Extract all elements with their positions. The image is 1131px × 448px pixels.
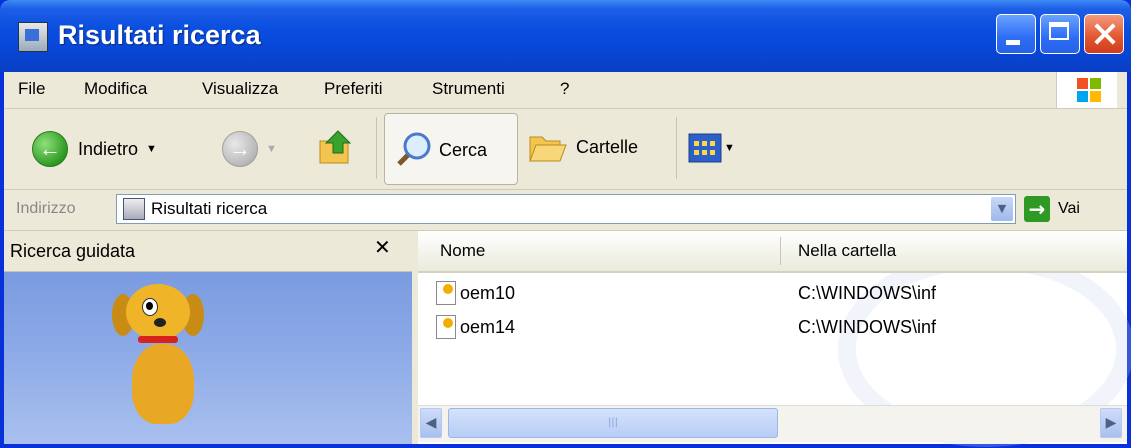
- folders-icon: [529, 136, 567, 162]
- back-label: Indietro: [78, 138, 139, 159]
- search-results-icon: [123, 198, 145, 220]
- column-header-folder[interactable]: Nella cartella: [798, 241, 896, 261]
- address-label: Indirizzo: [16, 200, 76, 217]
- standard-toolbar: ← Indietro ▼ → ▼ Cerca Cartelle ▼: [4, 109, 1127, 190]
- views-grid-icon: [688, 133, 722, 163]
- window-title: Risultati ricerca: [58, 20, 261, 50]
- up-folder-button[interactable]: [316, 127, 356, 167]
- column-divider[interactable]: [780, 237, 781, 265]
- column-header-name[interactable]: Nome: [440, 241, 485, 261]
- address-value: Risultati ricerca: [151, 199, 268, 218]
- menu-help[interactable]: ?: [560, 79, 569, 99]
- table-row[interactable]: oem10 C:\WINDOWS\inf: [432, 279, 1112, 309]
- forward-arrow-icon: →: [222, 131, 258, 167]
- menu-visualizza[interactable]: Visualizza: [202, 79, 278, 99]
- back-button[interactable]: ← Indietro ▼: [32, 131, 157, 167]
- menu-strumenti[interactable]: Strumenti: [432, 79, 505, 99]
- search-companion-header: Ricerca guidata ✕: [4, 231, 412, 272]
- setup-info-file-icon: [436, 315, 456, 339]
- chevron-down-icon[interactable]: ▼: [146, 143, 157, 155]
- scroll-right-icon[interactable]: ▶: [1100, 408, 1122, 438]
- magnifier-search-icon: [397, 132, 431, 166]
- horizontal-scrollbar[interactable]: ◀ ||| ▶: [418, 405, 1127, 442]
- close-button[interactable]: [1084, 14, 1124, 54]
- folders-button[interactable]: Cartelle: [528, 129, 638, 165]
- file-name: oem10: [460, 283, 516, 303]
- address-bar: Indirizzo Risultati ricerca ▼ → Vai: [4, 190, 1127, 231]
- search-companion-body: [4, 272, 412, 444]
- title-bar[interactable]: Risultati ricerca: [0, 0, 1131, 72]
- search-companion-title: Ricerca guidata: [10, 241, 136, 261]
- menu-bar: File Modifica Visualizza Preferiti Strum…: [4, 72, 1127, 109]
- search-label: Cerca: [439, 139, 488, 160]
- chevron-down-icon[interactable]: ▼: [724, 142, 735, 154]
- search-button[interactable]: Cerca: [384, 113, 518, 185]
- maximize-button[interactable]: [1040, 14, 1080, 54]
- setup-info-file-icon: [436, 281, 456, 305]
- client-area: File Modifica Visualizza Preferiti Strum…: [4, 72, 1131, 447]
- views-button[interactable]: ▼: [688, 133, 735, 163]
- minimize-button[interactable]: [996, 14, 1036, 54]
- toolbar-separator: [376, 117, 377, 179]
- search-results-window-icon[interactable]: [18, 22, 48, 52]
- results-pane: Nome Nella cartella oem10 C:\WINDOWS\inf…: [418, 231, 1131, 447]
- search-companion-pane: Ricerca guidata ✕: [4, 231, 412, 444]
- up-folder-icon: [319, 130, 352, 164]
- chevron-down-icon[interactable]: ▼: [266, 143, 277, 155]
- file-folder: C:\WINDOWS\inf: [798, 317, 936, 337]
- column-header-bar: Nome Nella cartella: [418, 231, 1127, 273]
- menu-preferiti[interactable]: Preferiti: [324, 79, 383, 99]
- close-icon[interactable]: ✕: [374, 235, 391, 259]
- scroll-left-icon[interactable]: ◀: [420, 408, 442, 438]
- chevron-down-icon[interactable]: ▼: [991, 197, 1013, 221]
- address-input[interactable]: Risultati ricerca ▼: [116, 194, 1016, 224]
- windows-logo-icon: [1056, 72, 1117, 108]
- file-folder: C:\WINDOWS\inf: [798, 283, 936, 303]
- toolbar-separator: [676, 117, 677, 179]
- go-arrow-icon[interactable]: →: [1024, 196, 1050, 222]
- table-row[interactable]: oem14 C:\WINDOWS\inf: [432, 313, 1112, 343]
- forward-button[interactable]: → ▼: [222, 131, 277, 167]
- menu-file[interactable]: File: [18, 79, 45, 99]
- scrollbar-thumb[interactable]: |||: [448, 408, 778, 438]
- back-arrow-icon: ←: [32, 131, 68, 167]
- go-button[interactable]: Vai: [1058, 200, 1080, 218]
- menu-modifica[interactable]: Modifica: [84, 79, 147, 99]
- file-name: oem14: [460, 317, 516, 337]
- folders-label: Cartelle: [576, 136, 639, 157]
- explorer-window: Risultati ricerca File Modifica Visualiz…: [0, 0, 1131, 448]
